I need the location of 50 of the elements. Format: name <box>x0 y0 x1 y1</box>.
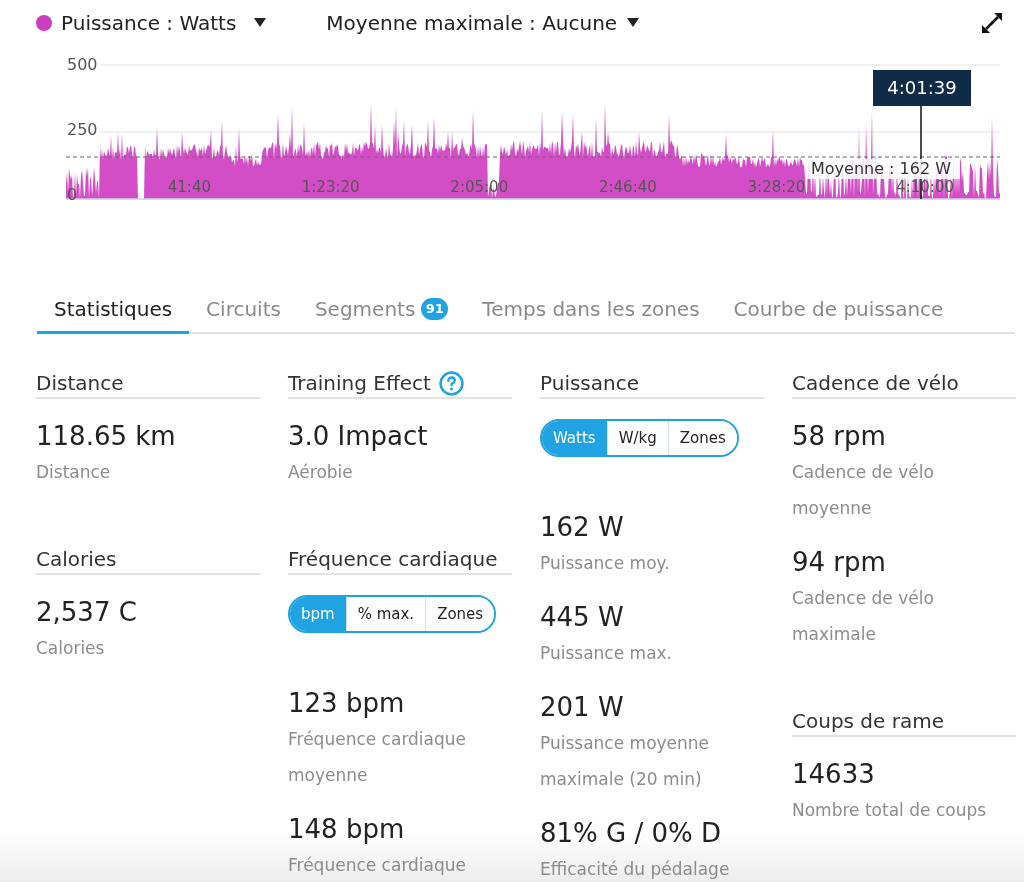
stat-label: Distance <box>36 461 112 484</box>
expand-icon[interactable] <box>982 12 1002 33</box>
stat-label: Puissance max. <box>540 642 673 665</box>
stat-label: Fréquence cardiaque <box>288 854 468 877</box>
stat-value: 58 rpm <box>792 420 887 452</box>
stat-value: 3.0 Impact <box>288 420 429 452</box>
section-title: Calories <box>36 546 117 572</box>
stat-label: Puissance moy. <box>540 552 671 575</box>
caret-icon <box>254 18 267 27</box>
segment-button[interactable]: Zones <box>667 421 737 455</box>
series-dropdown[interactable]: Puissance : Watts <box>61 8 267 37</box>
count-badge: 91 <box>421 298 449 320</box>
section-title: Puissance <box>540 370 639 396</box>
stat-label: Fréquence cardiaque moyenne <box>288 728 468 787</box>
segment-button[interactable]: Zones <box>425 597 495 631</box>
section-title: Cadence de vélo <box>792 370 959 396</box>
stat-value: 123 bpm <box>288 687 406 719</box>
stat-value: 14633 <box>792 758 876 790</box>
tab[interactable]: Statistiques <box>37 296 190 334</box>
x-axis-label: 41:40 <box>167 177 211 196</box>
section-title: Training Effect <box>288 370 431 396</box>
average-dropdown[interactable]: Moyenne maximale : Aucune <box>326 8 640 37</box>
stat-value: 445 W <box>540 601 625 633</box>
stat-value: 2,537 C <box>36 596 138 628</box>
stat-label: Nombre total de coups <box>792 799 988 822</box>
average-label: Moyenne : 162 W <box>806 159 960 179</box>
help-icon[interactable] <box>438 370 464 396</box>
stat-label: Efficacité du pédalage <box>540 858 731 881</box>
time-tooltip: 4:01:39 <box>873 70 971 106</box>
y-axis-label: 250 <box>67 119 98 139</box>
stat-value: 148 bpm <box>288 813 406 845</box>
x-axis-label: 3:28:20 <box>747 177 806 196</box>
stat-value: 118.65 km <box>36 420 177 452</box>
stat-value: 162 W <box>540 511 625 543</box>
x-axis-label: 2:46:40 <box>598 177 657 196</box>
legend-dot-icon <box>36 14 52 31</box>
stat-label: Puissance moyenne maximale (20 min) <box>540 732 711 791</box>
stat-value: 94 rpm <box>792 546 887 578</box>
stat-label: Calories <box>36 637 106 660</box>
section-title: Coups de rame <box>792 708 944 734</box>
stat-value: 81% G / 0% D <box>540 817 723 849</box>
stat-label: Aérobie <box>288 461 354 484</box>
y-axis-label: 500 <box>67 54 98 74</box>
stat-value: 201 W <box>540 691 625 723</box>
stat-label: Cadence de vélo moyenne <box>792 461 935 520</box>
section-title: Fréquence cardiaque <box>288 546 498 572</box>
section-title: Distance <box>36 370 124 396</box>
x-axis-label: 1:23:20 <box>301 177 360 196</box>
stat-label: Cadence de vélo maximale <box>792 587 935 646</box>
caret-icon <box>627 18 640 27</box>
